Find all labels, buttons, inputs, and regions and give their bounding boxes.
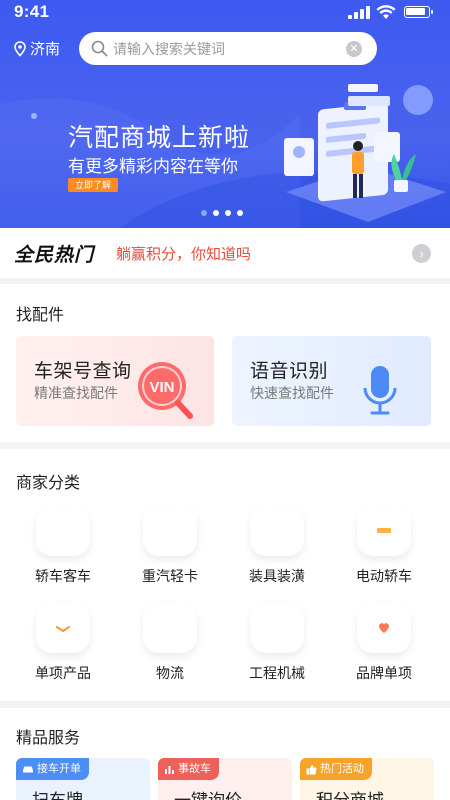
premium-services-section: 精品服务 接车开单 扫车牌 事故车 一键询价 热门活动 积分商城 [0,708,450,800]
category-logistics[interactable]: 物流 [125,603,215,683]
section-title: 精品服务 [16,730,81,747]
box-icon [36,603,90,653]
delivery-truck-icon [143,603,197,653]
vin-badge-text: VIN [149,379,174,396]
category-label: 工程机械 [249,665,305,681]
hot-strip[interactable]: 全民热门 躺赢积分，你知道吗 › [0,228,450,278]
service-name: 一键询价 [174,786,242,800]
search-icon [91,40,108,57]
car-icon [36,506,90,556]
pagination-dot[interactable] [225,210,231,216]
service-tag: 热门活动 [300,758,372,780]
category-label: 轿车客车 [35,568,91,584]
section-title: 商家分类 [16,475,81,492]
service-tag: 接车开单 [16,758,89,780]
vin-lookup-tile[interactable]: 车架号查询 精准查找配件 VIN [16,336,214,426]
location-pin-icon [14,40,26,57]
city-label: 济南 [30,41,61,58]
find-parts-section: 找配件 车架号查询 精准查找配件 VIN 语音识别 快速查找配件 [0,284,450,442]
category-brand-items[interactable]: 品牌单项 [339,603,429,683]
service-tag-label: 热门活动 [320,763,364,775]
category-label: 单项产品 [35,665,91,681]
tile-title: 车架号查询 [34,361,132,382]
service-tag-label: 接车开单 [37,763,81,775]
voice-search-tile[interactable]: 语音识别 快速查找配件 [232,336,431,426]
chart-small-icon [165,765,174,774]
service-card-points-mall[interactable]: 热门活动 积分商城 [300,758,434,800]
microphone-icon [363,366,397,415]
tile-subtitle: 快速查找配件 [250,385,334,401]
pagination-dot[interactable] [201,210,207,216]
vin-magnifier-icon: VIN [138,362,193,419]
battery-icon [404,6,433,18]
location-selector[interactable]: 济南 [13,38,60,59]
banner-title: 汽配商城上新啦 [68,124,251,152]
electric-car-icon [357,506,411,556]
service-card-scan-plate[interactable]: 接车开单 扫车牌 [16,758,150,800]
banner-subtitle: 有更多精彩内容在等你 [68,157,238,176]
hot-text[interactable]: 躺赢积分，你知道吗 [116,243,251,264]
heart-badge-icon [357,603,411,653]
promo-banner[interactable]: 汽配商城上新啦 有更多精彩内容在等你 立即了解 [0,74,450,228]
car-small-icon [23,766,33,773]
category-electric-car[interactable]: 电动轿车 [339,506,429,586]
banner-illustration [284,84,446,222]
clear-search-icon[interactable]: ✕ [346,41,362,57]
header-hero: 9:41 济南 ✕ 汽配商城上新啦 有 [0,0,450,228]
car-sparkle-icon [250,506,304,556]
section-title: 找配件 [16,307,65,324]
category-label: 重汽轻卡 [142,568,198,584]
signal-icon [348,6,370,19]
chevron-right-icon[interactable]: › [412,244,431,263]
category-sedan-bus[interactable]: 轿车客车 [18,506,108,586]
service-name: 积分商城 [316,786,384,800]
category-heavy-light-truck[interactable]: 重汽轻卡 [125,506,215,586]
banner-pagination[interactable] [201,210,243,216]
category-accessories-decor[interactable]: 装具装潢 [232,506,322,586]
status-time: 9:41 [14,2,50,21]
category-label: 物流 [156,665,184,681]
search-input[interactable] [113,38,338,59]
category-label: 品牌单项 [356,665,412,681]
category-label: 装具装潢 [249,568,305,584]
search-bar[interactable]: ✕ [79,32,377,65]
service-card-quick-quote[interactable]: 事故车 一键询价 [158,758,292,800]
category-label: 电动轿车 [356,568,412,584]
tile-subtitle: 精准查找配件 [34,385,118,401]
status-bar: 9:41 [0,0,450,26]
robot-arm-icon [250,603,304,653]
tile-title: 语音识别 [250,361,329,382]
category-single-products[interactable]: 单项产品 [18,603,108,683]
service-tag-label: 事故车 [178,763,211,775]
merchant-categories-section: 商家分类 轿车客车 重汽轻卡 装具装潢 电动轿车 单项产品 物流 工程机械 品牌… [0,449,450,701]
thumbs-up-icon [306,764,317,774]
pagination-dot[interactable] [237,210,243,216]
category-construction-machinery[interactable]: 工程机械 [232,603,322,683]
pagination-dot[interactable] [213,210,219,216]
hot-logo: 全民热门 [14,245,95,266]
truck-icon [143,506,197,556]
service-name: 扫车牌 [32,786,83,800]
service-tag: 事故车 [158,758,219,780]
wifi-icon [376,5,396,19]
banner-cta-button[interactable]: 立即了解 [68,178,119,192]
